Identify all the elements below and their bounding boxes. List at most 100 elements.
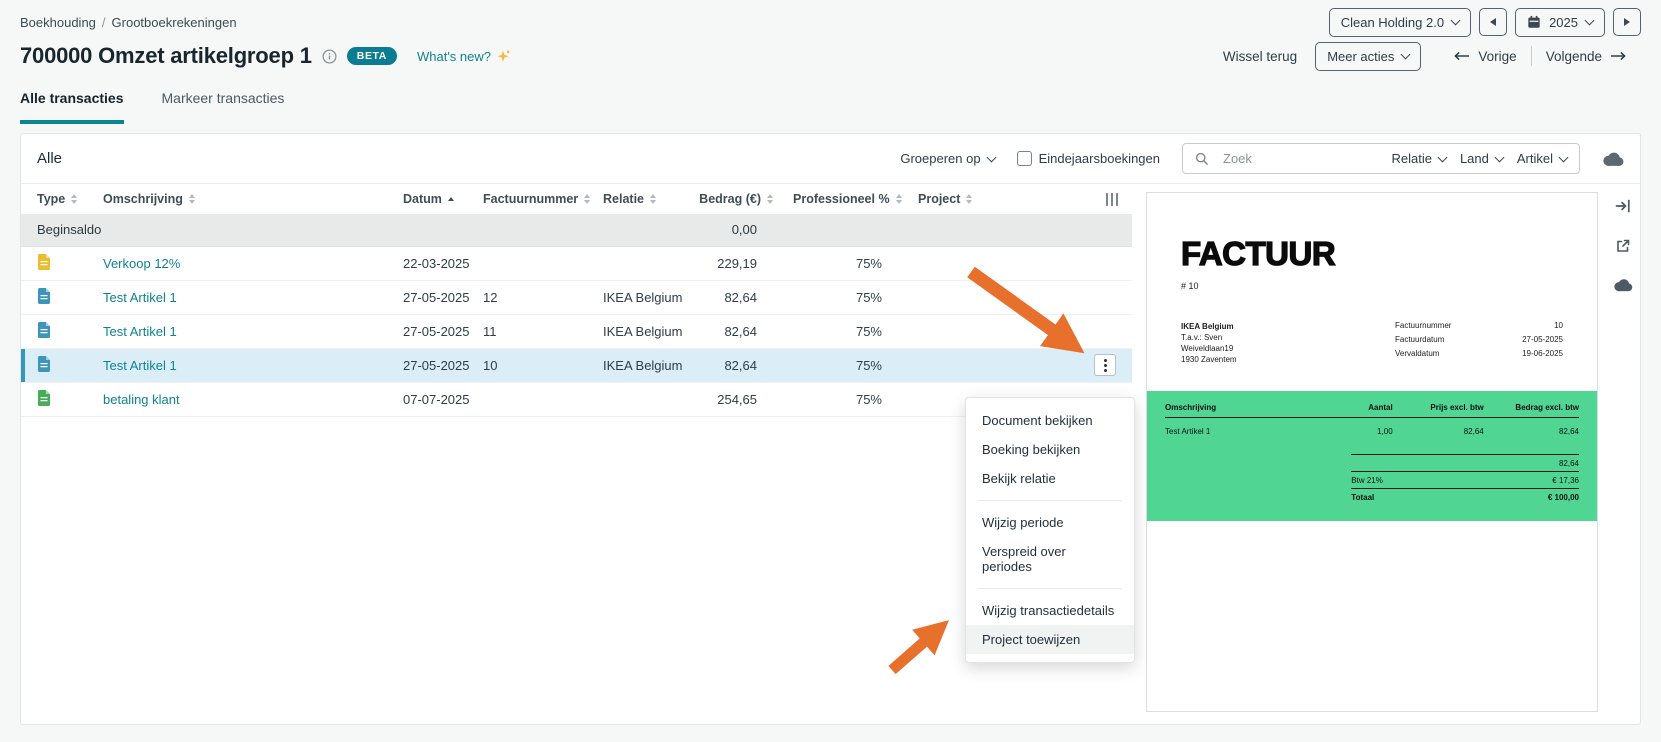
- chevron-down-icon: [1437, 152, 1448, 162]
- export-button[interactable]: [1602, 151, 1624, 167]
- row-actions-button[interactable]: [1094, 354, 1116, 376]
- vorige-button[interactable]: Vorige: [1439, 49, 1530, 64]
- cell-professioneel: 75%: [783, 314, 908, 349]
- cell-datum: 07-07-2025: [393, 382, 473, 417]
- breadcrumb: Boekhouding / Grootboekrekeningen: [20, 15, 237, 30]
- tab-markeer-transacties[interactable]: Markeer transacties: [162, 90, 285, 124]
- sort-icon: [767, 193, 773, 205]
- menu-item-document-bekijken[interactable]: Document bekijken: [966, 406, 1134, 435]
- menu-item-verspreid-over-periodes[interactable]: Verspreid over periodes: [966, 537, 1134, 581]
- invoice-line-table: Omschrijving Aantal Prijs excl. btw Bedr…: [1147, 391, 1597, 521]
- beginsaldo-row: Beginsaldo 0,00: [21, 214, 1132, 247]
- artikel-filter-dropdown[interactable]: Artikel: [1516, 151, 1569, 166]
- column-header-type[interactable]: Type: [21, 184, 93, 214]
- cell-bedrag: 82,64: [688, 280, 783, 315]
- cell-relatie: [593, 382, 688, 417]
- column-settings-icon[interactable]: [1105, 192, 1118, 206]
- document-preview: FACTUUR # 10 IKEA Belgium T.a.v.: Sven W…: [1146, 192, 1598, 712]
- cell-datum: 22-03-2025: [393, 246, 473, 281]
- transaction-link[interactable]: Test Artikel 1: [103, 358, 177, 373]
- volgende-button[interactable]: Volgende: [1532, 49, 1641, 64]
- relatie-filter-dropdown[interactable]: Relatie: [1391, 151, 1448, 166]
- cell-project: [908, 246, 988, 281]
- next-year-button[interactable]: [1613, 8, 1641, 36]
- calendar-icon: [1528, 15, 1540, 28]
- group-by-dropdown[interactable]: Groeperen op: [900, 151, 997, 166]
- transaction-link[interactable]: betaling klant: [103, 392, 180, 407]
- table-row[interactable]: Test Artikel 1 27-05-2025 11 IKEA Belgiu…: [21, 314, 1132, 349]
- column-header-relatie[interactable]: Relatie: [593, 184, 688, 214]
- transaction-link[interactable]: Test Artikel 1: [103, 290, 177, 305]
- cell-bedrag: 254,65: [688, 382, 783, 417]
- column-header-bedrag[interactable]: Bedrag (€): [688, 184, 783, 214]
- page-actions: Wissel terug Meer acties Vorige Volgende: [1223, 41, 1641, 71]
- cell-professioneel: 75%: [783, 348, 908, 383]
- column-header-omschrijving[interactable]: Omschrijving: [93, 184, 393, 214]
- search-input[interactable]: [1223, 151, 1378, 166]
- sort-icon: [71, 193, 78, 205]
- land-filter-label: Land: [1459, 151, 1489, 166]
- cell-factuurnummer: [473, 382, 593, 417]
- sales-invoice-icon: [38, 355, 50, 372]
- column-header-settings: [988, 184, 1132, 214]
- breadcrumb-separator: /: [101, 14, 106, 30]
- sort-icon: [650, 193, 656, 205]
- open-fullscreen-button[interactable]: [1615, 238, 1631, 254]
- column-header-datum[interactable]: Datum: [393, 184, 473, 214]
- wissel-terug-button[interactable]: Wissel terug: [1223, 49, 1297, 64]
- sales-invoice-icon: [38, 321, 50, 338]
- transaction-link[interactable]: Test Artikel 1: [103, 324, 177, 339]
- record-pager: Vorige Volgende: [1439, 46, 1641, 66]
- transactions-table: Type Omschrijving Datum Factuurnummer Re…: [21, 184, 1132, 417]
- year-end-filter[interactable]: Eindejaarsboekingen: [1016, 151, 1160, 166]
- column-header-project[interactable]: Project: [908, 184, 988, 214]
- land-filter-dropdown[interactable]: Land: [1459, 151, 1505, 166]
- cell-factuurnummer: [473, 246, 593, 281]
- eindejaarsboekingen-label: Eindejaarsboekingen: [1038, 151, 1160, 166]
- cell-project: [908, 314, 988, 349]
- collapse-panel-button[interactable]: [1615, 198, 1631, 214]
- menu-item-project-toewijzen[interactable]: Project toewijzen: [966, 625, 1134, 654]
- beginsaldo-amount: 0,00: [688, 214, 783, 247]
- meer-acties-button[interactable]: Meer acties: [1315, 41, 1422, 71]
- year-selector[interactable]: 2025: [1515, 7, 1605, 37]
- whats-new-link[interactable]: What's new?: [417, 49, 511, 64]
- breadcrumb-grootboekrekeningen[interactable]: Grootboekrekeningen: [112, 15, 237, 30]
- table-row[interactable]: Test Artikel 1 27-05-2025 12 IKEA Belgiu…: [21, 280, 1132, 315]
- breadcrumb-boekhouding[interactable]: Boekhouding: [20, 15, 96, 30]
- card-content: Type Omschrijving Datum Factuurnummer Re…: [21, 184, 1640, 724]
- chevron-down-icon: [986, 152, 997, 162]
- table-row-selected[interactable]: Test Artikel 1 27-05-2025 10 IKEA Belgiu…: [21, 348, 1132, 383]
- column-header-professioneel[interactable]: Professioneel %: [783, 184, 908, 214]
- cell-bedrag: 82,64: [688, 314, 783, 349]
- row-context-menu: Document bekijken Boeking bekijken Bekij…: [965, 397, 1135, 663]
- artikel-filter-label: Artikel: [1516, 151, 1553, 166]
- transactions-card: Alle Groeperen op Eindejaarsboekingen Re…: [20, 133, 1641, 725]
- column-header-factuurnummer[interactable]: Factuurnummer: [473, 184, 593, 214]
- cell-datum: 27-05-2025: [393, 314, 473, 349]
- info-icon[interactable]: [322, 48, 337, 64]
- eindejaarsboekingen-checkbox[interactable]: [1016, 151, 1032, 166]
- menu-item-boeking-bekijken[interactable]: Boeking bekijken: [966, 435, 1134, 464]
- volgende-label: Volgende: [1545, 48, 1602, 64]
- arrow-right-icon: [1610, 51, 1626, 61]
- transaction-link[interactable]: Verkoop 12%: [103, 256, 180, 271]
- menu-item-bekijk-relatie[interactable]: Bekijk relatie: [966, 464, 1134, 493]
- cell-factuurnummer: 10: [473, 348, 593, 383]
- sort-icon: [584, 193, 591, 205]
- invoice-line-row: Test Artikel 1 1,00 82,64 82,64: [1165, 427, 1579, 436]
- company-selector[interactable]: Clean Holding 2.0: [1328, 7, 1472, 37]
- table-row[interactable]: Verkoop 12% 22-03-2025 229,19 75%: [21, 246, 1132, 281]
- cell-project: [908, 348, 988, 383]
- group-by-label: Groeperen op: [900, 151, 981, 166]
- vorige-label: Vorige: [1478, 48, 1517, 64]
- chevron-right-icon: [1624, 18, 1630, 26]
- menu-item-wijzig-transactiedetails[interactable]: Wijzig transactiedetails: [966, 596, 1134, 625]
- chevron-down-icon: [1494, 152, 1505, 162]
- tab-alle-transacties[interactable]: Alle transacties: [20, 90, 124, 124]
- menu-item-wijzig-periode[interactable]: Wijzig periode: [966, 508, 1134, 537]
- previous-year-button[interactable]: [1479, 8, 1508, 36]
- table-toolbar: Alle Groeperen op Eindejaarsboekingen Re…: [21, 134, 1640, 184]
- journal-document-icon: [38, 253, 50, 270]
- download-document-button[interactable]: [1613, 278, 1633, 292]
